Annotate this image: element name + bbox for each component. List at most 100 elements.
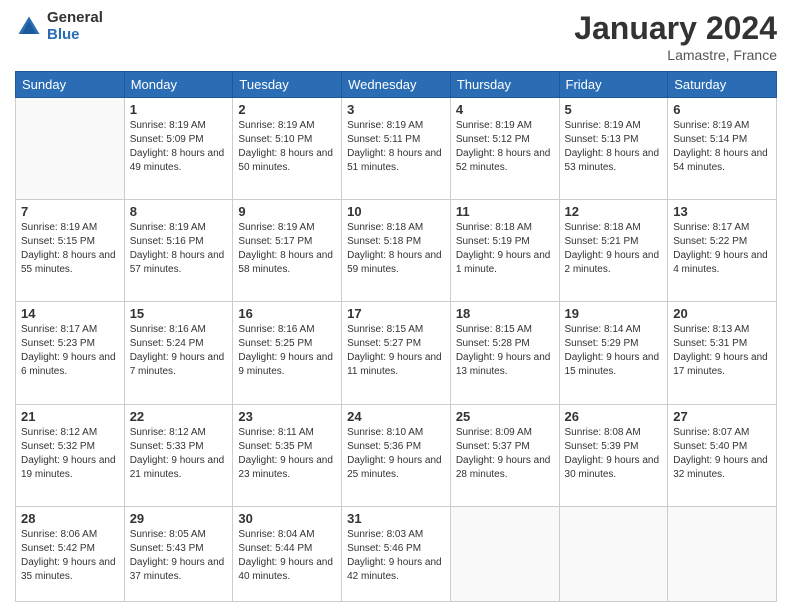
- calendar-cell: 3Sunrise: 8:19 AM Sunset: 5:11 PM Daylig…: [342, 98, 451, 200]
- day-header-thursday: Thursday: [450, 72, 559, 98]
- day-info: Sunrise: 8:05 AM Sunset: 5:43 PM Dayligh…: [130, 528, 228, 584]
- calendar-cell: 23Sunrise: 8:11 AM Sunset: 5:35 PM Dayli…: [233, 404, 342, 506]
- day-number: 19: [565, 306, 663, 321]
- day-number: 17: [347, 306, 445, 321]
- calendar-cell: 21Sunrise: 8:12 AM Sunset: 5:32 PM Dayli…: [16, 404, 125, 506]
- day-number: 8: [130, 204, 228, 219]
- calendar-cell: 18Sunrise: 8:15 AM Sunset: 5:28 PM Dayli…: [450, 302, 559, 404]
- calendar-cell: 11 Sunrise: 8:18 AM Sunset: 5:19 PM Dayli…: [450, 200, 559, 302]
- day-number: 22: [130, 409, 228, 424]
- day-info: Sunrise: 8:17 AM Sunset: 5:23 PM Dayligh…: [21, 323, 119, 379]
- day-info: Sunrise: 8:19 AM Sunset: 5:10 PM Dayligh…: [238, 119, 336, 175]
- calendar-cell: 13Sunrise: 8:17 AM Sunset: 5:22 PM Dayli…: [668, 200, 777, 302]
- day-info: Sunrise: 8:18 AM Sunset: 5:19 PM Dayligh…: [456, 221, 554, 277]
- calendar-cell: 5 Sunrise: 8:19 AM Sunset: 5:13 PM Daylig…: [559, 98, 668, 200]
- day-header-friday: Friday: [559, 72, 668, 98]
- day-header-wednesday: Wednesday: [342, 72, 451, 98]
- day-header-tuesday: Tuesday: [233, 72, 342, 98]
- day-info: Sunrise: 8:06 AM Sunset: 5:42 PM Dayligh…: [21, 528, 119, 584]
- day-info: Sunrise: 8:16 AM Sunset: 5:24 PM Dayligh…: [130, 323, 228, 379]
- day-number: 4: [456, 102, 554, 117]
- day-info: Sunrise: 8:11 AM Sunset: 5:35 PM Dayligh…: [238, 426, 336, 482]
- location: Lamastre, France: [574, 47, 777, 63]
- calendar-cell: 14 Sunrise: 8:17 AM Sunset: 5:23 PM Dayli…: [16, 302, 125, 404]
- day-info: Sunrise: 8:15 AM Sunset: 5:28 PM Dayligh…: [456, 323, 554, 379]
- title-block: January 2024 Lamastre, France: [574, 10, 777, 63]
- day-info: Sunrise: 8:19 AM Sunset: 5:12 PM Dayligh…: [456, 119, 554, 175]
- page: General Blue January 2024 Lamastre, Fran…: [0, 0, 792, 612]
- logo-icon: [15, 13, 43, 41]
- month-title: January 2024: [574, 10, 777, 47]
- calendar-cell: 31 Sunrise: 8:03 AM Sunset: 5:46 PM Dayli…: [342, 506, 451, 601]
- calendar-cell: [668, 506, 777, 601]
- day-info: Sunrise: 8:04 AM Sunset: 5:44 PM Dayligh…: [238, 528, 336, 584]
- calendar-cell: 22 Sunrise: 8:12 AM Sunset: 5:33 PM Dayli…: [124, 404, 233, 506]
- day-info: Sunrise: 8:12 AM Sunset: 5:32 PM Dayligh…: [21, 426, 119, 482]
- day-number: 11: [456, 204, 554, 219]
- calendar-week-row: 28 Sunrise: 8:06 AM Sunset: 5:42 PM Dayli…: [16, 506, 777, 601]
- day-info: Sunrise: 8:19 AM Sunset: 5:09 PM Dayligh…: [130, 119, 228, 175]
- calendar-cell: 15 Sunrise: 8:16 AM Sunset: 5:24 PM Dayli…: [124, 302, 233, 404]
- calendar-cell: 9 Sunrise: 8:19 AM Sunset: 5:17 PM Daylig…: [233, 200, 342, 302]
- calendar-cell: 6Sunrise: 8:19 AM Sunset: 5:14 PM Daylig…: [668, 98, 777, 200]
- day-number: 14: [21, 306, 119, 321]
- day-number: 10: [347, 204, 445, 219]
- logo-general: General: [47, 10, 103, 27]
- day-number: 1: [130, 102, 228, 117]
- day-number: 7: [21, 204, 119, 219]
- day-info: Sunrise: 8:19 AM Sunset: 5:13 PM Dayligh…: [565, 119, 663, 175]
- day-number: 25: [456, 409, 554, 424]
- calendar-cell: 28 Sunrise: 8:06 AM Sunset: 5:42 PM Dayli…: [16, 506, 125, 601]
- calendar-cell: 17Sunrise: 8:15 AM Sunset: 5:27 PM Dayli…: [342, 302, 451, 404]
- day-info: Sunrise: 8:19 AM Sunset: 5:16 PM Dayligh…: [130, 221, 228, 277]
- day-info: Sunrise: 8:12 AM Sunset: 5:33 PM Dayligh…: [130, 426, 228, 482]
- calendar-cell: 30Sunrise: 8:04 AM Sunset: 5:44 PM Dayli…: [233, 506, 342, 601]
- calendar-table: SundayMondayTuesdayWednesdayThursdayFrid…: [15, 71, 777, 602]
- day-number: 24: [347, 409, 445, 424]
- calendar-cell: [559, 506, 668, 601]
- day-number: 16: [238, 306, 336, 321]
- day-number: 2: [238, 102, 336, 117]
- day-number: 15: [130, 306, 228, 321]
- day-info: Sunrise: 8:19 AM Sunset: 5:14 PM Dayligh…: [673, 119, 771, 175]
- calendar-cell: 10 Sunrise: 8:18 AM Sunset: 5:18 PM Dayli…: [342, 200, 451, 302]
- day-number: 29: [130, 511, 228, 526]
- day-info: Sunrise: 8:17 AM Sunset: 5:22 PM Dayligh…: [673, 221, 771, 277]
- day-number: 27: [673, 409, 771, 424]
- day-header-sunday: Sunday: [16, 72, 125, 98]
- day-number: 9: [238, 204, 336, 219]
- calendar-cell: 19Sunrise: 8:14 AM Sunset: 5:29 PM Dayli…: [559, 302, 668, 404]
- day-info: Sunrise: 8:19 AM Sunset: 5:17 PM Dayligh…: [238, 221, 336, 277]
- day-header-monday: Monday: [124, 72, 233, 98]
- day-number: 28: [21, 511, 119, 526]
- day-info: Sunrise: 8:18 AM Sunset: 5:21 PM Dayligh…: [565, 221, 663, 277]
- calendar-cell: 26 Sunrise: 8:08 AM Sunset: 5:39 PM Dayli…: [559, 404, 668, 506]
- calendar-cell: 7 Sunrise: 8:19 AM Sunset: 5:15 PM Daylig…: [16, 200, 125, 302]
- calendar-cell: 8 Sunrise: 8:19 AM Sunset: 5:16 PM Daylig…: [124, 200, 233, 302]
- day-info: Sunrise: 8:09 AM Sunset: 5:37 PM Dayligh…: [456, 426, 554, 482]
- day-info: Sunrise: 8:18 AM Sunset: 5:18 PM Dayligh…: [347, 221, 445, 277]
- header: General Blue January 2024 Lamastre, Fran…: [15, 10, 777, 63]
- calendar-cell: 27Sunrise: 8:07 AM Sunset: 5:40 PM Dayli…: [668, 404, 777, 506]
- logo-blue: Blue: [47, 27, 103, 44]
- calendar-week-row: 21Sunrise: 8:12 AM Sunset: 5:32 PM Dayli…: [16, 404, 777, 506]
- day-info: Sunrise: 8:16 AM Sunset: 5:25 PM Dayligh…: [238, 323, 336, 379]
- day-info: Sunrise: 8:19 AM Sunset: 5:11 PM Dayligh…: [347, 119, 445, 175]
- day-info: Sunrise: 8:03 AM Sunset: 5:46 PM Dayligh…: [347, 528, 445, 584]
- calendar-cell: 2 Sunrise: 8:19 AM Sunset: 5:10 PM Daylig…: [233, 98, 342, 200]
- day-info: Sunrise: 8:08 AM Sunset: 5:39 PM Dayligh…: [565, 426, 663, 482]
- calendar-cell: [16, 98, 125, 200]
- day-number: 31: [347, 511, 445, 526]
- calendar-cell: 20 Sunrise: 8:13 AM Sunset: 5:31 PM Dayli…: [668, 302, 777, 404]
- calendar-cell: 4 Sunrise: 8:19 AM Sunset: 5:12 PM Daylig…: [450, 98, 559, 200]
- calendar-cell: 1 Sunrise: 8:19 AM Sunset: 5:09 PM Daylig…: [124, 98, 233, 200]
- day-info: Sunrise: 8:19 AM Sunset: 5:15 PM Dayligh…: [21, 221, 119, 277]
- day-info: Sunrise: 8:13 AM Sunset: 5:31 PM Dayligh…: [673, 323, 771, 379]
- day-number: 20: [673, 306, 771, 321]
- calendar-cell: 24Sunrise: 8:10 AM Sunset: 5:36 PM Dayli…: [342, 404, 451, 506]
- day-number: 5: [565, 102, 663, 117]
- logo: General Blue: [15, 10, 103, 43]
- calendar-week-row: 7 Sunrise: 8:19 AM Sunset: 5:15 PM Daylig…: [16, 200, 777, 302]
- logo-text: General Blue: [47, 10, 103, 43]
- day-number: 26: [565, 409, 663, 424]
